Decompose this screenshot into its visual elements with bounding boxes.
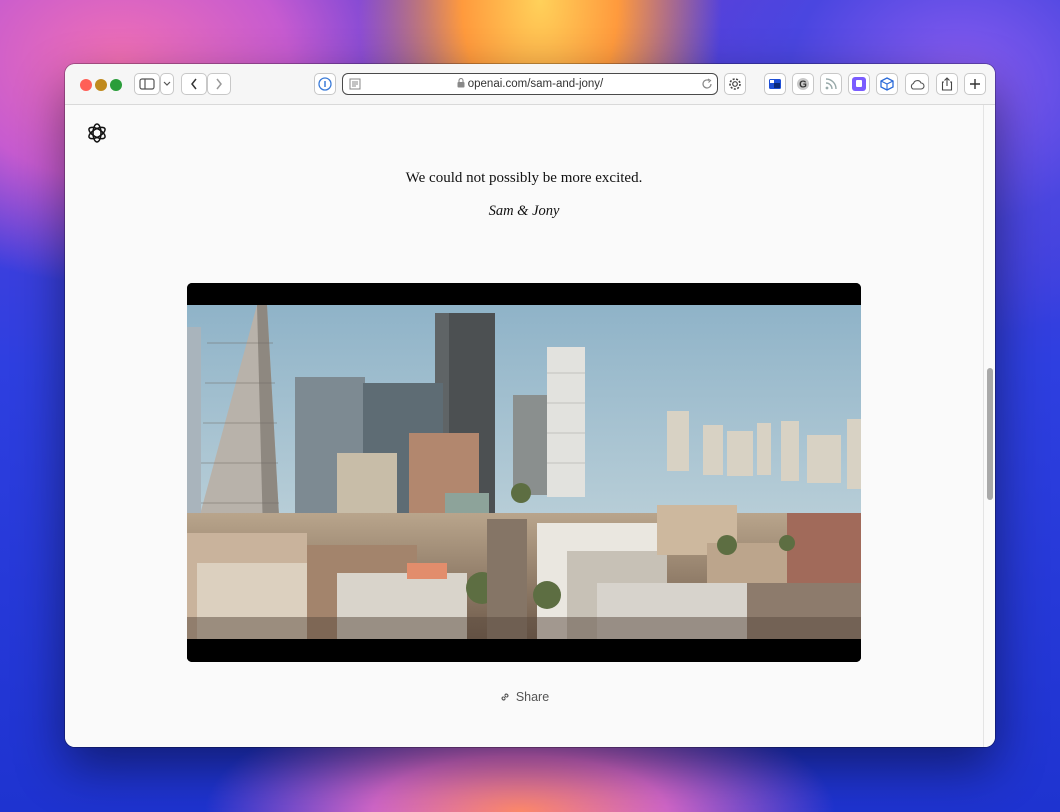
- new-tab-button[interactable]: [964, 73, 986, 95]
- close-window-button[interactable]: [80, 79, 92, 91]
- chevron-right-icon: [216, 78, 222, 90]
- minimize-window-button[interactable]: [95, 79, 107, 91]
- video-player[interactable]: [187, 283, 861, 662]
- shield-info-icon: [318, 77, 332, 91]
- browser-toolbar: openai.com/sam-and-jony/ G: [65, 64, 995, 105]
- address-bar[interactable]: openai.com/sam-and-jony/: [342, 73, 718, 95]
- share-label: Share: [515, 690, 550, 704]
- cube-icon: [880, 77, 894, 91]
- reload-icon[interactable]: [701, 78, 713, 90]
- pip-icon: [769, 79, 781, 89]
- page-content: We could not possibly be more excited. S…: [65, 105, 983, 747]
- scrollbar-thumb[interactable]: [987, 368, 993, 500]
- zoom-window-button[interactable]: [110, 79, 122, 91]
- chevron-left-icon: [191, 78, 197, 90]
- openai-logo-icon[interactable]: [86, 122, 108, 144]
- extension-rss-button[interactable]: [820, 73, 842, 95]
- city-skyline-image: [187, 283, 861, 662]
- chevron-down-icon: [163, 81, 171, 86]
- sidebar-menu-button[interactable]: [160, 73, 174, 95]
- settings-button[interactable]: [724, 73, 746, 95]
- extension-picture-in-picture-button[interactable]: [764, 73, 786, 95]
- browser-window: openai.com/sam-and-jony/ G We could not …: [65, 64, 995, 747]
- signature: Sam & Jony: [488, 203, 560, 219]
- back-button[interactable]: [181, 73, 207, 95]
- share-toolbar-button[interactable]: [936, 73, 958, 95]
- plus-icon: [970, 79, 980, 89]
- share-icon: [941, 77, 953, 91]
- extension-purple-button[interactable]: [848, 73, 870, 95]
- extension-grammarly-button[interactable]: G: [792, 73, 814, 95]
- forward-button[interactable]: [207, 73, 231, 95]
- gear-icon: [729, 78, 741, 90]
- rss-icon: [825, 78, 837, 90]
- privacy-report-button[interactable]: [314, 73, 336, 95]
- app-extension-icon: [852, 77, 866, 91]
- headline: We could not possibly be more excited.: [405, 170, 643, 186]
- extension-box-button[interactable]: [876, 73, 898, 95]
- lock-icon: [457, 77, 465, 88]
- icloud-tabs-button[interactable]: [905, 73, 929, 95]
- sidebar-toggle-button[interactable]: [134, 73, 160, 95]
- cloud-icon: [910, 79, 925, 90]
- svg-text:G: G: [799, 80, 807, 91]
- url-text: openai.com/sam-and-jony/: [467, 78, 604, 90]
- link-icon: [501, 693, 509, 701]
- share-link[interactable]: Share: [65, 690, 983, 704]
- grammarly-icon: G: [797, 78, 809, 91]
- scrollbar[interactable]: [983, 105, 995, 747]
- sidebar-icon: [139, 78, 155, 90]
